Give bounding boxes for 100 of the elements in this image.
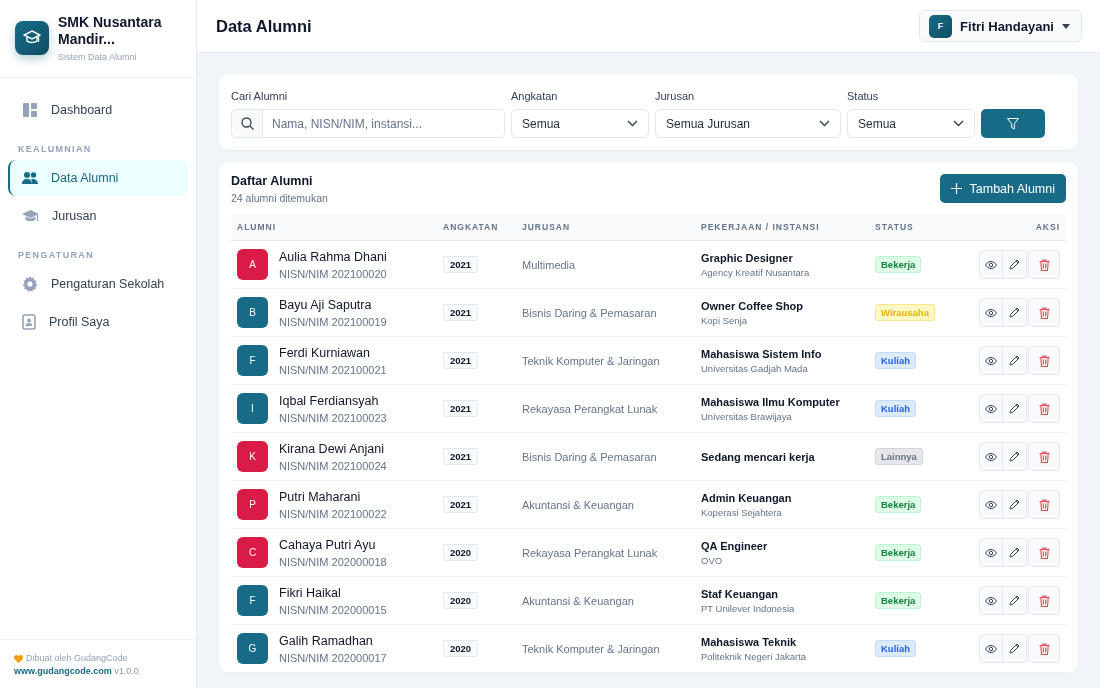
job-title: Staf Keuangan	[701, 587, 779, 600]
view-button[interactable]	[979, 634, 1003, 663]
view-button[interactable]	[979, 298, 1003, 327]
app-subtitle: Sistem Data Alumni	[58, 52, 138, 62]
filter-dropdown[interactable]: Semua	[511, 109, 649, 138]
add-alumni-button[interactable]: Tambah Alumni	[939, 174, 1066, 203]
alumni-id: NISN/NIM 202100022	[279, 507, 387, 520]
view-button[interactable]	[979, 586, 1003, 615]
avatar: K	[237, 441, 268, 472]
company-name: Politeknik Negeri Jakarta	[701, 650, 807, 662]
filter-label: Angkatan	[511, 90, 559, 102]
column-header: STATUS	[874, 221, 915, 234]
major-text: Bisnis Daring & Pemasaran	[521, 449, 658, 465]
job-title: Admin Keuangan	[701, 491, 792, 504]
edit-button[interactable]	[1003, 634, 1027, 663]
company-name: Universitas Brawijaya	[701, 410, 793, 422]
sidebar-item[interactable]: Data Alumni	[8, 160, 188, 196]
alumni-name: Cahaya Putri Ayu	[279, 537, 377, 552]
filter-label: Cari Alumni	[231, 90, 289, 102]
column-header: ANGKATAN	[442, 221, 500, 234]
view-button[interactable]	[979, 442, 1003, 471]
company-name: Agency Kreatif Nusantara	[701, 266, 810, 278]
status-badge: Bekerja	[875, 256, 922, 273]
status-badge: Kuliah	[875, 352, 917, 369]
pencil-icon	[1009, 259, 1020, 270]
alumni-id: NISN/NIM 202100024	[279, 459, 387, 472]
alumni-name: Bayu Aji Saputra	[279, 297, 373, 312]
alumni-name: Iqbal Ferdiansyah	[279, 393, 380, 408]
filter-label: Status	[847, 90, 880, 102]
avatar: P	[237, 489, 268, 520]
company-name: PT Unilever Indonesia	[701, 602, 795, 614]
eye-icon	[985, 644, 997, 653]
sidebar-item[interactable]: Pengaturan Sekolah	[8, 266, 188, 302]
user-avatar: F	[929, 14, 953, 38]
edit-button[interactable]	[1003, 490, 1027, 519]
edit-button[interactable]	[1003, 346, 1027, 375]
edit-button[interactable]	[1003, 442, 1027, 471]
user-menu-button[interactable]: F Fitri Handayani	[919, 10, 1082, 42]
year-badge: 2020	[443, 592, 479, 609]
job-title: Graphic Designer	[701, 251, 794, 264]
version-text: v1.0.0	[114, 666, 139, 676]
eye-icon	[985, 308, 997, 317]
graduation-cap-icon	[22, 208, 39, 224]
trash-icon	[1038, 594, 1050, 607]
company-name: OVO	[701, 554, 724, 566]
view-button[interactable]	[979, 538, 1003, 567]
status-badge: Kuliah	[875, 400, 917, 417]
pencil-icon	[1009, 547, 1020, 558]
filter-dropdown[interactable]: Semua Jurusan	[655, 109, 841, 138]
status-badge: Bekerja	[875, 592, 922, 609]
search-field[interactable]: Nama, NISN/NIM, instansi...	[263, 109, 505, 138]
chevron-down-icon	[819, 120, 830, 127]
filter-dropdown[interactable]: Semua	[847, 109, 975, 138]
alumni-id: NISN/NIM 202000017	[279, 651, 387, 664]
company-name: Kopi Senja	[701, 314, 748, 326]
edit-button[interactable]	[1003, 394, 1027, 423]
sidebar-item[interactable]: Jurusan	[8, 198, 188, 234]
alumni-id: NISN/NIM 202100020	[279, 267, 387, 280]
edit-button[interactable]	[1003, 538, 1027, 567]
view-button[interactable]	[979, 490, 1003, 519]
edit-button[interactable]	[1003, 586, 1027, 615]
avatar: C	[237, 537, 268, 568]
filter-label: Jurusan	[655, 90, 696, 102]
job-title: Mahasiswa Sistem Info	[701, 347, 822, 360]
view-button[interactable]	[979, 394, 1003, 423]
trash-icon	[1038, 498, 1050, 511]
alumni-name: Aulia Rahma Dhani	[279, 249, 387, 264]
job-title: Owner Coffee Shop	[701, 299, 804, 312]
sidebar-item[interactable]: Dashboard	[8, 92, 188, 128]
major-text: Rekayasa Perangkat Lunak	[521, 401, 659, 417]
major-text: Akuntansi & Keuangan	[521, 593, 635, 609]
alumni-name: Kirana Dewi Anjani	[279, 441, 385, 456]
pencil-icon	[1009, 499, 1020, 510]
status-badge: Bekerja	[875, 544, 922, 561]
year-badge: 2020	[443, 544, 479, 561]
filter-button[interactable]	[981, 109, 1045, 138]
filter-icon	[1007, 117, 1019, 130]
column-header: ALUMNI	[236, 221, 278, 234]
job-title: Mahasiswa Teknik	[701, 635, 798, 648]
alumni-name: Galih Ramadhan	[279, 633, 374, 648]
dashboard-icon	[22, 102, 38, 118]
settings-icon	[22, 276, 38, 292]
website-link[interactable]: www.gudangcode.com	[14, 666, 112, 676]
pencil-icon	[1009, 595, 1020, 606]
alumni-name: Fikri Haikal	[279, 585, 342, 600]
alumni-id: NISN/NIM 202000018	[279, 555, 387, 568]
year-badge: 2021	[443, 448, 479, 465]
pencil-icon	[1009, 307, 1020, 318]
edit-button[interactable]	[1003, 250, 1027, 279]
sidebar-item[interactable]: Profil Saya	[8, 304, 188, 340]
eye-icon	[985, 356, 997, 365]
avatar: B	[237, 297, 268, 328]
trash-icon	[1038, 402, 1050, 415]
alumni-id: NISN/NIM 202100021	[279, 363, 387, 376]
trash-icon	[1038, 354, 1050, 367]
view-button[interactable]	[979, 250, 1003, 279]
eye-icon	[985, 452, 997, 461]
edit-button[interactable]	[1003, 298, 1027, 327]
view-button[interactable]	[979, 346, 1003, 375]
year-badge: 2021	[443, 496, 479, 513]
